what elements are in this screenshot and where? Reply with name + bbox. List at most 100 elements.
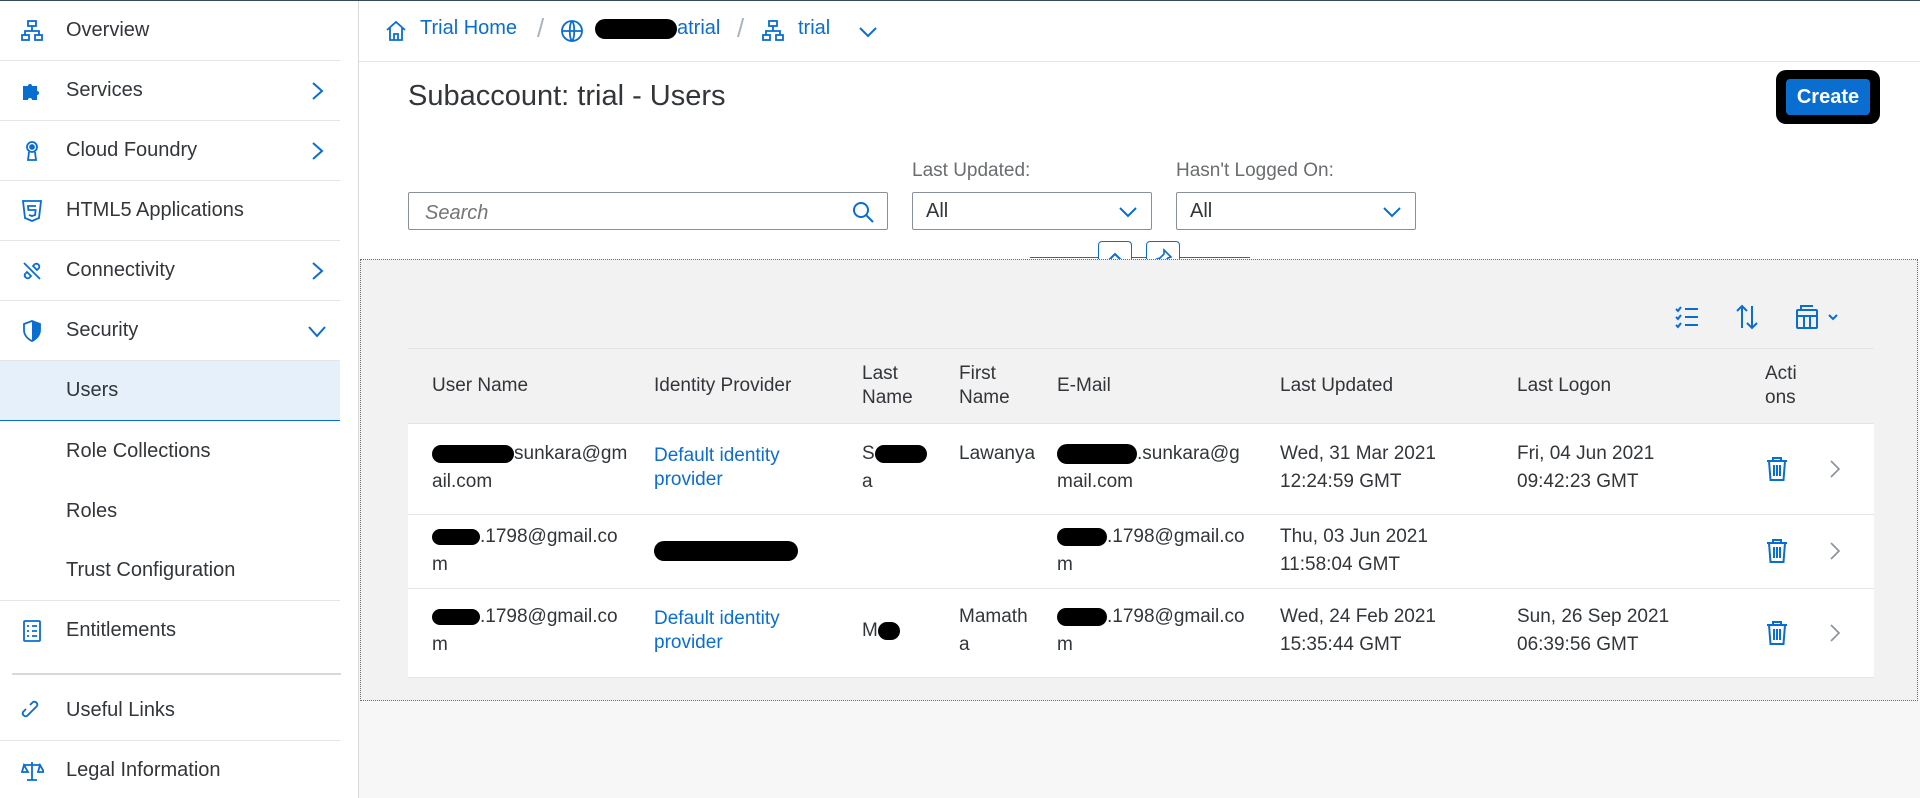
chevron-right-icon (312, 82, 324, 100)
email-cell: .sunkara@gmail.com (1057, 440, 1253, 496)
redaction-mark (874, 444, 927, 463)
puzzle-icon (23, 84, 39, 100)
select-value: All (1190, 200, 1213, 222)
redaction-mark (1057, 527, 1107, 546)
last-logon-cell: Fri, 04 Jun 2021 09:42:23 GMT (1517, 443, 1655, 492)
chevron-right-icon[interactable] (1828, 458, 1842, 480)
redaction-mark (432, 528, 480, 545)
sidebar-item-label: HTML5 Applications (66, 199, 244, 221)
search-field[interactable] (408, 192, 888, 230)
not-logged-on-filter-label: Hasn't Logged On: (1176, 160, 1334, 181)
breadcrumb-global-account-link[interactable]: atrial (595, 17, 720, 40)
sidebar-item-users[interactable]: Users (0, 361, 340, 421)
connectivity-icon (23, 262, 41, 280)
sidebar-item-label: Users (66, 379, 119, 401)
chevron-down-icon[interactable] (857, 19, 879, 43)
redaction-mark (877, 621, 900, 640)
column-header-identity-provider[interactable]: Identity Provider (654, 349, 844, 423)
sidebar-item-legal-information[interactable]: Legal Information (0, 741, 340, 798)
sidebar-item-useful-links[interactable]: Useful Links (0, 681, 340, 741)
table-settings-icon[interactable] (1793, 302, 1841, 332)
sidebar-item-overview[interactable]: Overview (0, 1, 340, 61)
side-navigation: Overview Services Cloud Foundry HTML5 Ap… (0, 1, 359, 798)
create-button-highlight: Create (1776, 70, 1880, 124)
sort-icon[interactable] (1733, 302, 1761, 332)
breadcrumb-separator: / (537, 13, 545, 43)
column-header-last-updated[interactable]: Last Updated (1280, 349, 1480, 423)
redaction-mark (432, 444, 514, 463)
sidebar-item-roles[interactable]: Roles (0, 482, 340, 542)
redaction-mark (595, 18, 677, 39)
chevron-right-icon[interactable] (1828, 540, 1842, 562)
redaction-mark (654, 540, 798, 561)
sidebar-item-label: Role Collections (66, 440, 211, 462)
sidebar-item-label: Useful Links (66, 699, 175, 721)
hierarchy-icon (21, 20, 43, 41)
column-header-first-name[interactable]: First Name (959, 349, 1023, 423)
table-row[interactable]: sunkara@gmail.com Default identity provi… (408, 424, 1874, 515)
first-name-cell: Lawanya (959, 443, 1036, 464)
sidebar-scrollbar[interactable] (341, 1, 358, 798)
identity-provider-link[interactable]: Default identity provider (654, 607, 814, 655)
header-collapse-line (1030, 257, 1250, 258)
last-updated-cell: Wed, 24 Feb 2021 15:35:44 GMT (1280, 606, 1436, 655)
delete-icon[interactable] (1764, 619, 1790, 647)
sidebar-item-label: Cloud Foundry (66, 139, 198, 161)
breadcrumb-subaccount-link[interactable]: trial (798, 17, 830, 40)
chevron-right-icon[interactable] (1828, 622, 1842, 644)
table-row[interactable]: .1798@gmail.com .1798@gmail.com Thu, 03 … (408, 515, 1874, 589)
chevron-down-icon (1119, 207, 1137, 218)
scales-icon (20, 762, 44, 781)
breadcrumb: Trial Home / atrial / trial (359, 1, 1920, 62)
last-name-cell: Sa (862, 440, 932, 496)
html5-icon (21, 200, 43, 222)
chevron-down-icon (308, 326, 326, 338)
column-header-user-name[interactable]: User Name (432, 349, 632, 423)
breadcrumb-global-account-label: atrial (677, 17, 721, 39)
search-input[interactable] (423, 200, 827, 226)
column-header-last-name[interactable]: Last Name (862, 349, 926, 423)
redaction-mark (1057, 607, 1107, 626)
search-icon[interactable] (851, 200, 875, 224)
sidebar-item-label: Legal Information (66, 759, 221, 781)
redaction-mark (432, 608, 480, 625)
link-icon (21, 700, 39, 718)
column-header-email[interactable]: E-Mail (1057, 349, 1237, 423)
delete-icon[interactable] (1764, 455, 1790, 483)
sidebar-item-services[interactable]: Services (0, 61, 340, 121)
sidebar-item-entitlements[interactable]: Entitlements (0, 601, 340, 661)
sidebar-item-label: Entitlements (66, 619, 177, 641)
last-updated-cell: Thu, 03 Jun 2021 11:58:04 GMT (1280, 526, 1428, 575)
sidebar-item-label: Roles (66, 500, 118, 522)
home-icon (386, 20, 406, 41)
select-value: All (926, 200, 949, 222)
chevron-right-icon (312, 142, 324, 160)
email-cell: .1798@gmail.com (1057, 603, 1253, 659)
page-title: Subaccount: trial - Users (408, 80, 726, 112)
entitlements-icon (23, 620, 41, 642)
create-button[interactable]: Create (1786, 79, 1870, 115)
sidebar-item-security[interactable]: Security (0, 301, 340, 361)
email-cell: .1798@gmail.com (1057, 523, 1253, 579)
sidebar-item-cloud-foundry[interactable]: Cloud Foundry (0, 121, 340, 181)
user-name-cell: .1798@gmail.com (432, 603, 628, 659)
users-table: User Name Identity Provider Last Name Fi… (408, 348, 1874, 678)
page-header: Subaccount: trial - Users (359, 62, 1920, 260)
breadcrumb-home-link[interactable]: Trial Home (420, 17, 517, 40)
column-header-last-logon[interactable]: Last Logon (1517, 349, 1717, 423)
sidebar-item-role-collections[interactable]: Role Collections (0, 422, 340, 482)
sidebar-item-trust-configuration[interactable]: Trust Configuration (0, 541, 340, 601)
users-table-panel: User Name Identity Provider Last Name Fi… (360, 259, 1918, 701)
table-row[interactable]: .1798@gmail.com Default identity provide… (408, 589, 1874, 678)
not-logged-on-select[interactable]: All (1176, 192, 1416, 230)
multi-select-icon[interactable] (1673, 302, 1701, 332)
identity-provider-link[interactable]: Default identity provider (654, 444, 814, 492)
sidebar-item-connectivity[interactable]: Connectivity (0, 241, 340, 301)
sidebar-item-html5-applications[interactable]: HTML5 Applications (0, 181, 340, 241)
last-logon-cell: Sun, 26 Sep 2021 06:39:56 GMT (1517, 606, 1670, 655)
last-updated-select[interactable]: All (912, 192, 1152, 230)
last-updated-cell: Wed, 31 Mar 2021 12:24:59 GMT (1280, 443, 1436, 492)
last-updated-filter-label: Last Updated: (912, 160, 1031, 181)
sidebar-divider (12, 673, 346, 675)
delete-icon[interactable] (1764, 537, 1790, 565)
